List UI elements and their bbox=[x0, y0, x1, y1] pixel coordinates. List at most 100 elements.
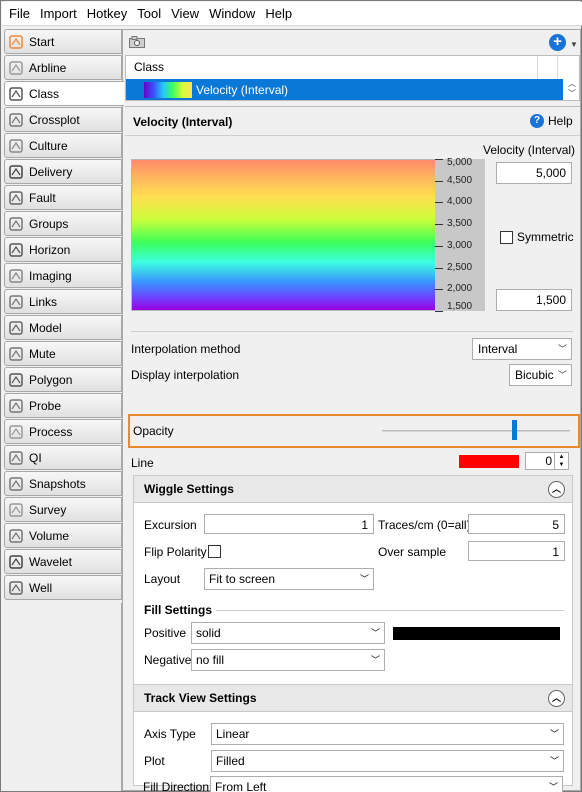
sidebar-item-label: Delivery bbox=[29, 164, 73, 179]
collapse-icon[interactable]: ︿ bbox=[548, 690, 565, 707]
line-width-spinner[interactable]: 0 ▲ ▼ bbox=[525, 452, 569, 470]
class-list: Class Velocity (Interval) ︿ ﹀ bbox=[125, 55, 580, 101]
sidebar-item-links[interactable]: Links bbox=[4, 289, 122, 314]
horizon-icon bbox=[9, 242, 23, 257]
crossplot-icon bbox=[9, 112, 23, 127]
help-button[interactable]: ? Help bbox=[530, 114, 573, 128]
colorbar-tick-mark bbox=[435, 159, 443, 160]
sidebar-item-label: Arbline bbox=[29, 60, 67, 75]
scroll-down-icon[interactable]: ﹀ bbox=[565, 89, 579, 99]
positive-select[interactable]: solid ﹀ bbox=[191, 622, 385, 644]
class-icon bbox=[9, 86, 23, 101]
divider bbox=[131, 331, 573, 332]
display-interpolation-value: Bicubic bbox=[515, 368, 554, 382]
symmetric-checkbox[interactable] bbox=[500, 231, 513, 244]
colorbar[interactable] bbox=[131, 159, 443, 311]
class-row-selected[interactable]: Velocity (Interval) bbox=[126, 79, 563, 100]
qi-icon bbox=[9, 450, 23, 465]
negative-select[interactable]: no fill ﹀ bbox=[191, 649, 385, 671]
sidebar-item-mute[interactable]: Mute bbox=[4, 341, 122, 366]
sidebar-item-process[interactable]: Process bbox=[4, 419, 122, 444]
scroll-up-icon[interactable]: ︿ bbox=[565, 79, 579, 89]
sidebar-item-culture[interactable]: Culture bbox=[4, 133, 122, 158]
collapse-icon[interactable]: ︿ bbox=[548, 481, 565, 498]
sidebar-item-label: Crossplot bbox=[29, 112, 80, 127]
display-interpolation-select[interactable]: Bicubic ﹀ bbox=[509, 364, 572, 386]
sidebar-item-delivery[interactable]: Delivery bbox=[4, 159, 122, 184]
max-value-field[interactable]: 5,000 bbox=[496, 162, 572, 184]
sidebar-item-well[interactable]: Well bbox=[4, 575, 122, 600]
menu-hotkey[interactable]: Hotkey bbox=[82, 2, 132, 26]
sidebar-item-label: Well bbox=[29, 580, 53, 595]
chevron-down-icon: ﹀ bbox=[370, 628, 380, 638]
colorbar-tick-label: 2,500 bbox=[447, 261, 473, 273]
culture-icon bbox=[9, 138, 23, 153]
imaging-icon bbox=[9, 268, 23, 283]
oversample-field[interactable]: 1 bbox=[468, 541, 565, 561]
layout-select[interactable]: Fit to screen ﹀ bbox=[204, 568, 374, 590]
chevron-down-icon: ﹀ bbox=[549, 729, 559, 739]
class-list-scrollbar[interactable]: ︿ ﹀ bbox=[565, 79, 579, 100]
colorbar-tick-label: 1,500 bbox=[447, 301, 473, 312]
interpolation-method-select[interactable]: Interval ﹀ bbox=[472, 338, 572, 360]
sidebar-item-snapshots[interactable]: Snapshots bbox=[4, 471, 122, 496]
chevron-down-icon[interactable]: ▼ bbox=[570, 40, 578, 49]
sidebar-item-label: Model bbox=[29, 320, 62, 335]
track-view-settings-header[interactable]: Track View Settings ︿ bbox=[134, 685, 572, 712]
menu-tool[interactable]: Tool bbox=[132, 2, 166, 26]
menu-import[interactable]: Import bbox=[35, 2, 82, 26]
sidebar-item-class[interactable]: Class bbox=[4, 81, 124, 106]
opacity-slider-thumb[interactable] bbox=[511, 420, 517, 440]
spinner-arrows[interactable]: ▲ ▼ bbox=[554, 453, 568, 469]
sidebar-item-fault[interactable]: Fault bbox=[4, 185, 122, 210]
interpolation-method-label: Interpolation method bbox=[131, 342, 241, 356]
sidebar-item-model[interactable]: Model bbox=[4, 315, 122, 340]
sidebar-item-probe[interactable]: Probe bbox=[4, 393, 122, 418]
wiggle-settings-header[interactable]: Wiggle Settings ︿ bbox=[134, 476, 572, 503]
sidebar-item-label: QI bbox=[29, 450, 42, 465]
menu-view[interactable]: View bbox=[166, 2, 204, 26]
wavelet-icon bbox=[9, 554, 23, 569]
positive-fill-color-swatch[interactable] bbox=[393, 627, 560, 640]
sidebar-item-volume[interactable]: Volume bbox=[4, 523, 122, 548]
axis-type-value: Linear bbox=[216, 727, 250, 741]
track-view-settings-group: Track View Settings ︿ Axis Type Linear ﹀… bbox=[133, 684, 573, 786]
sidebar-item-imaging[interactable]: Imaging bbox=[4, 263, 122, 288]
opacity-slider-track[interactable] bbox=[382, 430, 570, 432]
camera-icon[interactable] bbox=[129, 36, 145, 48]
sidebar-item-crossplot[interactable]: Crossplot bbox=[4, 107, 122, 132]
menu-file[interactable]: File bbox=[4, 2, 35, 26]
links-icon bbox=[9, 294, 23, 309]
sidebar-item-label: Polygon bbox=[29, 372, 73, 387]
sidebar-item-polygon[interactable]: Polygon bbox=[4, 367, 122, 392]
colorbar-tick-label: 3,500 bbox=[447, 218, 473, 230]
sidebar-item-arbline[interactable]: Arbline bbox=[4, 55, 122, 80]
axis-type-select[interactable]: Linear ﹀ bbox=[211, 723, 564, 745]
fill-direction-select[interactable]: From Left ﹀ bbox=[210, 776, 563, 792]
sidebar-item-label: Start bbox=[29, 34, 55, 49]
menu-window[interactable]: Window bbox=[204, 2, 260, 26]
negative-value: no fill bbox=[196, 653, 225, 667]
traces-field[interactable]: 5 bbox=[468, 514, 565, 534]
menu-bar: File Import Hotkey Tool View Window Help bbox=[2, 2, 582, 26]
opacity-label: Opacity bbox=[133, 424, 174, 438]
sidebar-item-wavelet[interactable]: Wavelet bbox=[4, 549, 122, 574]
excursion-label: Excursion bbox=[144, 518, 197, 532]
colorbar-tick-label: 4,500 bbox=[447, 174, 473, 186]
traces-label: Traces/cm (0=all) bbox=[378, 518, 471, 532]
sidebar-item-survey[interactable]: Survey bbox=[4, 497, 122, 522]
axis-type-label: Axis Type bbox=[144, 727, 196, 741]
min-value-field[interactable]: 1,500 bbox=[496, 289, 572, 311]
sidebar-item-groups[interactable]: Groups bbox=[4, 211, 122, 236]
sidebar-item-horizon[interactable]: Horizon bbox=[4, 237, 122, 262]
sidebar-item-start[interactable]: Start bbox=[4, 29, 122, 54]
flip-polarity-checkbox[interactable] bbox=[208, 545, 221, 558]
plot-select[interactable]: Filled ﹀ bbox=[211, 750, 564, 772]
line-color-swatch[interactable] bbox=[459, 455, 519, 468]
add-class-icon[interactable]: + bbox=[549, 34, 566, 51]
delivery-icon bbox=[9, 164, 23, 179]
menu-help[interactable]: Help bbox=[260, 2, 297, 26]
sidebar-item-qi[interactable]: QI bbox=[4, 445, 122, 470]
class-column-header: Class bbox=[126, 56, 538, 79]
excursion-field[interactable]: 1 bbox=[204, 514, 374, 534]
